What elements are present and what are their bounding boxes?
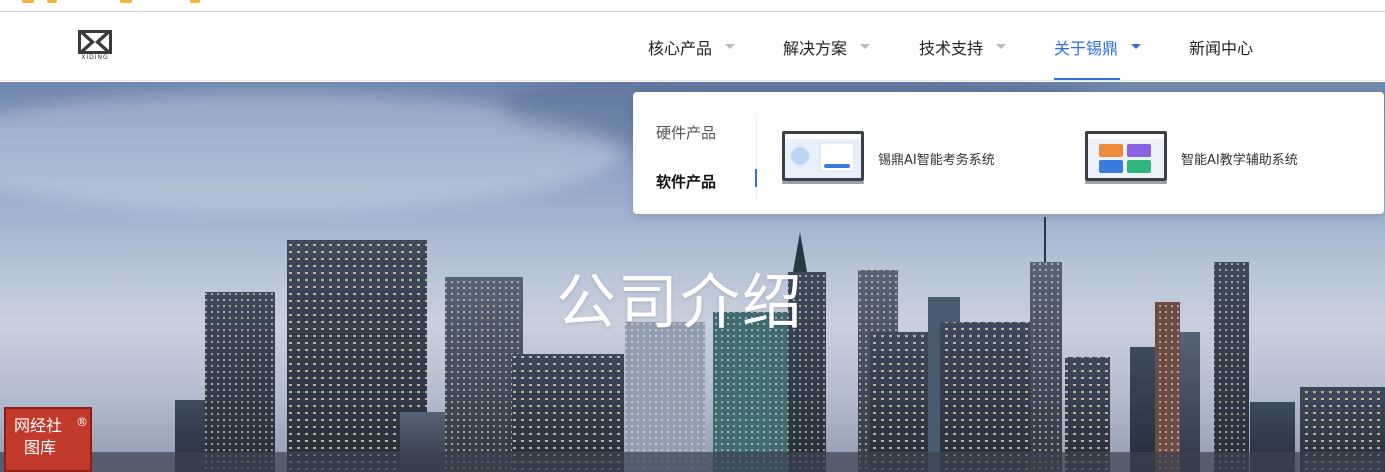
watermark-line2: 图库 [24, 438, 57, 457]
product-label: 锡鼎AI智能考务系统 [878, 152, 995, 168]
about-dropdown-menu: 硬件产品 软件产品 锡鼎AI智能考务系统 智能AI教学辅助系统 [633, 92, 1384, 214]
dropdown-product-exam-system[interactable]: 锡鼎AI智能考务系统 [782, 130, 995, 186]
nav-item-label: 核心产品 [648, 38, 713, 58]
registered-mark: ® [76, 415, 88, 429]
product-label: 智能AI教学辅助系统 [1181, 152, 1298, 168]
nav-item-about[interactable]: 关于锡鼎 [1054, 12, 1142, 81]
teaching-system-thumbnail [1085, 131, 1167, 185]
chevron-down-icon [996, 44, 1007, 49]
nav-item-news[interactable]: 新闻中心 [1189, 12, 1253, 81]
logo-text: XIDING [81, 54, 109, 61]
site-header: XIDING 核心产品 解决方案 技术支持 关于锡鼎 新闻中心 [0, 12, 1385, 81]
nav-item-label: 技术支持 [919, 38, 984, 58]
chevron-down-icon [725, 44, 736, 49]
active-category-marker [755, 169, 757, 187]
chevron-down-icon [1131, 44, 1142, 49]
nav-item-label: 关于锡鼎 [1054, 38, 1119, 58]
nav-item-core-products[interactable]: 核心产品 [648, 12, 736, 81]
nav-item-label: 解决方案 [783, 38, 848, 58]
watermark-stamp: 网经社 图库 ® [4, 407, 92, 472]
active-underline [1054, 78, 1120, 80]
exam-system-thumbnail [782, 131, 864, 185]
xiding-logo[interactable]: XIDING [78, 30, 112, 62]
nav-item-tech-support[interactable]: 技术支持 [919, 12, 1007, 81]
dropdown-divider [756, 114, 757, 200]
dropdown-category-hardware[interactable]: 硬件产品 [656, 122, 716, 143]
dropdown-category-software[interactable]: 软件产品 [656, 171, 716, 192]
chevron-down-icon [860, 44, 871, 49]
nav-item-label: 新闻中心 [1189, 38, 1254, 58]
nav-item-solutions[interactable]: 解决方案 [783, 12, 871, 81]
xiding-logo-icon [78, 30, 112, 54]
dropdown-product-teaching-system[interactable]: 智能AI教学辅助系统 [1085, 130, 1298, 186]
top-strip [0, 0, 1385, 12]
hero-title: 公司介绍 [556, 268, 804, 338]
